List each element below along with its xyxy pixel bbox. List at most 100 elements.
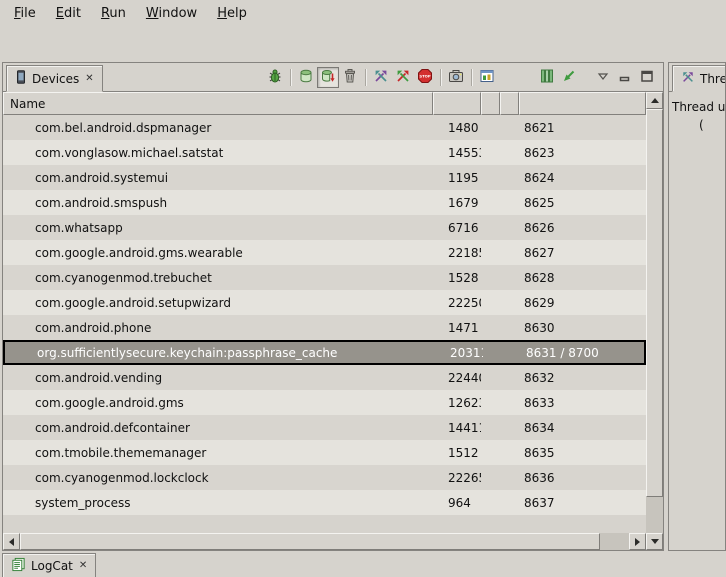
table-header-col4[interactable]	[500, 92, 519, 115]
menu-help[interactable]: Help	[207, 2, 257, 25]
table-header-pid[interactable]	[433, 92, 481, 115]
system-info-icon	[479, 68, 495, 87]
tab-threads[interactable]: Threa	[672, 65, 726, 92]
scroll-right-icon	[635, 538, 640, 546]
table-header-row: Name	[3, 92, 646, 115]
update-threads-button[interactable]	[370, 67, 392, 88]
cell-port: 8637	[519, 496, 646, 510]
dump-hprof-icon	[320, 68, 336, 87]
table-row[interactable]: com.android.defcontainer 14411 8634	[3, 415, 646, 440]
tab-logcat-label: LogCat	[31, 559, 73, 573]
cell-name: com.whatsapp	[3, 221, 433, 235]
debug-process-icon	[267, 68, 283, 87]
hierarchy-columns-button[interactable]	[536, 67, 558, 88]
dump-hprof-button[interactable]	[317, 67, 339, 88]
scroll-left-button[interactable]	[3, 533, 20, 550]
table-row[interactable]: com.android.smspush 1679 8625	[3, 190, 646, 215]
table-row[interactable]: com.google.android.gms.wearable 22185 86…	[3, 240, 646, 265]
cell-name: com.google.android.gms.wearable	[3, 246, 433, 260]
horizontal-scrollbar[interactable]	[3, 533, 646, 550]
devices-view-toolbar: STOP	[264, 67, 658, 88]
menu-window[interactable]: Window	[136, 2, 207, 25]
menu-edit[interactable]: Edit	[46, 2, 91, 25]
table-body: com.bel.android.dspmanager 1480 8621 com…	[3, 115, 646, 515]
cell-port: 8628	[519, 271, 646, 285]
process-table: Name com.bel.android.dspmanager 1480 862…	[3, 92, 646, 533]
cell-port: 8631 / 8700	[521, 346, 644, 360]
cell-pid: 964	[433, 496, 481, 510]
start-method-profiling-button[interactable]	[392, 67, 414, 88]
table-row[interactable]: com.google.android.gms 12623 8633	[3, 390, 646, 415]
cell-pid: 1480	[433, 121, 481, 135]
menubar: FileEditRunWindowHelp	[0, 0, 726, 27]
menu-run[interactable]: Run	[91, 2, 136, 25]
stop-process-icon: STOP	[417, 68, 433, 87]
tab-logcat-close-icon[interactable]: ✕	[79, 560, 87, 571]
cell-name: com.android.vending	[3, 371, 433, 385]
table-row[interactable]: com.android.systemui 1195 8624	[3, 165, 646, 190]
cell-name: com.android.phone	[3, 321, 433, 335]
menu-file[interactable]: File	[4, 2, 46, 25]
tab-devices-label: Devices	[32, 72, 79, 86]
cell-pid: 1512	[433, 446, 481, 460]
tab-devices[interactable]: Devices ✕	[6, 65, 103, 92]
cell-pid: 1195	[433, 171, 481, 185]
cell-name: com.google.android.setupwizard	[3, 296, 433, 310]
vertical-scroll-thumb[interactable]	[646, 109, 663, 497]
cell-port: 8633	[519, 396, 646, 410]
table-row[interactable]: com.google.android.setupwizard 22250 862…	[3, 290, 646, 315]
table-row[interactable]: com.whatsapp 6716 8626	[3, 215, 646, 240]
table-row[interactable]: com.bel.android.dspmanager 1480 8621	[3, 115, 646, 140]
toolbar-separator	[471, 69, 472, 86]
toolbar-separator	[440, 69, 441, 86]
cell-port: 8634	[519, 421, 646, 435]
system-info-button[interactable]	[476, 67, 498, 88]
start-method-profiling-icon	[395, 68, 411, 87]
hierarchy-arrow-button[interactable]	[558, 67, 580, 88]
stop-process-button[interactable]: STOP	[414, 67, 436, 88]
view-menu-button[interactable]	[592, 67, 614, 88]
scroll-down-button[interactable]	[646, 533, 663, 550]
cell-port: 8625	[519, 196, 646, 210]
tab-devices-close-icon[interactable]: ✕	[85, 73, 93, 84]
bottom-bar: LogCat ✕	[0, 552, 726, 577]
table-row[interactable]: org.sufficientlysecure.keychain:passphra…	[3, 340, 646, 365]
update-heap-button[interactable]	[295, 67, 317, 88]
toolbar-separator	[365, 69, 366, 86]
maximize-view-button[interactable]	[636, 67, 658, 88]
cell-port: 8626	[519, 221, 646, 235]
scroll-right-button[interactable]	[629, 533, 646, 550]
table-row[interactable]: com.android.phone 1471 8630	[3, 315, 646, 340]
cell-pid: 20311	[435, 346, 483, 360]
toolbar-separator	[290, 69, 291, 86]
tab-threads-label: Threa	[700, 72, 726, 86]
table-header-port[interactable]	[519, 92, 646, 115]
cell-name: com.bel.android.dspmanager	[3, 121, 433, 135]
logcat-icon	[11, 557, 26, 575]
table-header-col3[interactable]	[481, 92, 500, 115]
cause-gc-button[interactable]	[339, 67, 361, 88]
table-row[interactable]: com.cyanogenmod.trebuchet 1528 8628	[3, 265, 646, 290]
minimize-view-button[interactable]	[614, 67, 636, 88]
horizontal-scroll-thumb[interactable]	[20, 533, 600, 550]
cell-pid: 22265	[433, 471, 481, 485]
table-row[interactable]: com.tmobile.thememanager 1512 8635	[3, 440, 646, 465]
scroll-down-icon	[651, 539, 659, 544]
table-row[interactable]: com.vonglasow.michael.satstat 14553 8623	[3, 140, 646, 165]
cell-name: com.tmobile.thememanager	[3, 446, 433, 460]
vertical-scrollbar[interactable]	[646, 92, 663, 550]
scroll-up-button[interactable]	[646, 92, 663, 109]
table-row[interactable]: system_process 964 8637	[3, 490, 646, 515]
table-row[interactable]: com.android.vending 22440 8632	[3, 365, 646, 390]
minimize-view-icon	[618, 69, 632, 86]
table-row[interactable]: com.cyanogenmod.lockclock 22265 8636	[3, 465, 646, 490]
screen-capture-button[interactable]	[445, 67, 467, 88]
cell-pid: 1528	[433, 271, 481, 285]
view-menu-icon	[597, 70, 609, 85]
process-table-wrap: Name com.bel.android.dspmanager 1480 862…	[3, 92, 663, 550]
tab-logcat[interactable]: LogCat ✕	[2, 553, 96, 577]
cell-port: 8635	[519, 446, 646, 460]
debug-process-button[interactable]	[264, 67, 286, 88]
cell-name: com.android.systemui	[3, 171, 433, 185]
table-header-name[interactable]: Name	[3, 92, 433, 115]
